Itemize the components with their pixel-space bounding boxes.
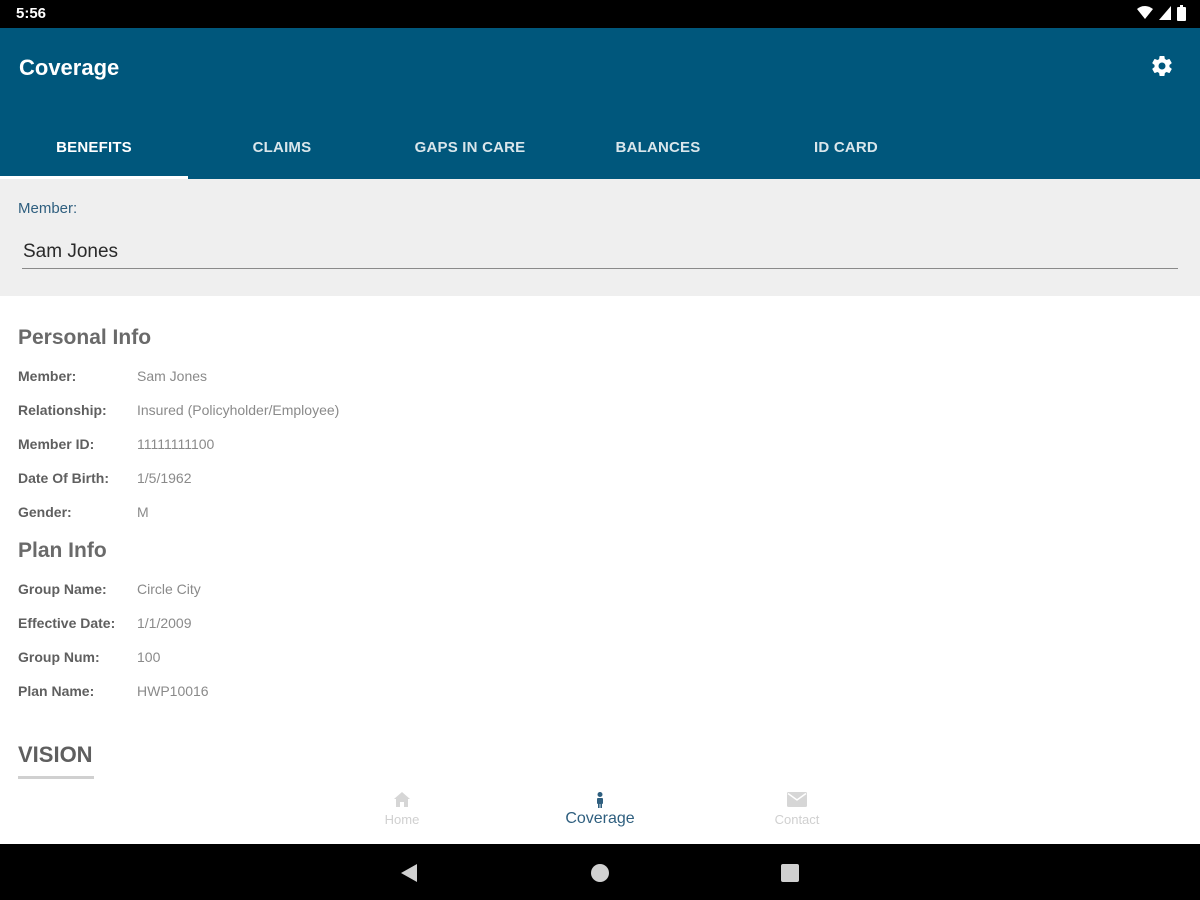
info-row-group-num: Group Num: 100 <box>18 647 160 667</box>
info-label: Plan Name: <box>18 683 95 699</box>
page-title: Coverage <box>19 55 120 80</box>
tab-balances[interactable]: BALANCES <box>564 115 752 179</box>
tab-bar: BENEFITS CLAIMS GAPS IN CARE BALANCES ID… <box>0 115 940 179</box>
system-recents-button[interactable] <box>779 862 801 884</box>
status-bar: 5:56 <box>0 0 1200 28</box>
info-value: M <box>137 504 149 520</box>
system-back-button[interactable] <box>399 862 421 884</box>
person-icon <box>597 792 603 808</box>
tab-benefits[interactable]: BENEFITS <box>0 115 188 179</box>
system-home-button[interactable] <box>589 862 611 884</box>
info-label: Group Num: <box>18 649 100 665</box>
info-row-group-name: Group Name: Circle City <box>18 579 201 599</box>
app-bar: Coverage BENEFITS CLAIMS GAPS IN CARE BA… <box>0 28 1200 179</box>
member-selector-label: Member: <box>18 200 78 217</box>
bottom-nav: Home Coverage Contact <box>0 786 1200 844</box>
nav-coverage-label: Coverage <box>565 810 635 827</box>
info-label: Member: <box>18 368 77 384</box>
wifi-icon <box>1137 6 1153 19</box>
nav-coverage[interactable]: Coverage <box>545 792 655 840</box>
status-time: 5:56 <box>16 5 47 22</box>
info-row-date-of-birth: Date Of Birth: 1/5/1962 <box>18 468 192 488</box>
info-row-member: Member: Sam Jones <box>18 366 207 386</box>
vision-section-heading[interactable]: VISION <box>18 742 94 779</box>
nav-contact[interactable]: Contact <box>742 792 852 840</box>
info-value: 1/5/1962 <box>137 470 192 486</box>
info-value: Insured (Policyholder/Employee) <box>137 402 340 418</box>
info-label: Relationship: <box>18 402 107 418</box>
plan-info-heading: Plan Info <box>18 539 107 562</box>
info-label: Date Of Birth: <box>18 470 109 486</box>
home-circle-icon <box>591 864 609 882</box>
personal-info-heading: Personal Info <box>18 326 152 349</box>
info-value: 100 <box>137 649 161 665</box>
envelope-icon <box>787 792 807 807</box>
tab-gaps-in-care[interactable]: GAPS IN CARE <box>376 115 564 179</box>
info-label: Effective Date: <box>18 615 116 631</box>
info-label: Member ID: <box>18 436 95 452</box>
home-icon <box>394 792 410 807</box>
nav-home[interactable]: Home <box>347 792 457 840</box>
nav-home-label: Home <box>384 812 420 827</box>
battery-icon <box>1177 5 1186 21</box>
info-value: HWP10016 <box>137 683 209 699</box>
settings-button[interactable] <box>1150 54 1174 78</box>
info-row-gender: Gender: M <box>18 502 149 522</box>
gear-icon <box>1152 56 1172 77</box>
info-row-plan-name: Plan Name: HWP10016 <box>18 681 209 701</box>
info-label: Group Name: <box>18 581 107 597</box>
signal-icon <box>1159 6 1171 20</box>
tab-id-card[interactable]: ID CARD <box>752 115 940 179</box>
back-icon <box>401 864 417 882</box>
recents-icon <box>781 864 799 882</box>
nav-contact-label: Contact <box>774 812 820 827</box>
status-icons <box>1137 5 1186 21</box>
info-value: Sam Jones <box>137 368 208 384</box>
info-value: Circle City <box>137 581 201 597</box>
info-row-member-id: Member ID: 11111111100 <box>18 434 214 454</box>
member-selector[interactable]: Sam Jones <box>22 237 1178 269</box>
info-value: 11111111100 <box>137 436 215 452</box>
info-row-relationship: Relationship: Insured (Policyholder/Empl… <box>18 400 339 420</box>
info-value: 1/1/2009 <box>137 615 192 631</box>
member-panel: Member: Sam Jones <box>0 179 1200 296</box>
info-label: Gender: <box>18 504 72 520</box>
benefits-content: Personal Info Member: Sam Jones Relation… <box>0 296 1200 786</box>
tab-claims[interactable]: CLAIMS <box>188 115 376 179</box>
info-row-effective-date: Effective Date: 1/1/2009 <box>18 613 192 633</box>
system-nav-bar <box>0 844 1200 900</box>
